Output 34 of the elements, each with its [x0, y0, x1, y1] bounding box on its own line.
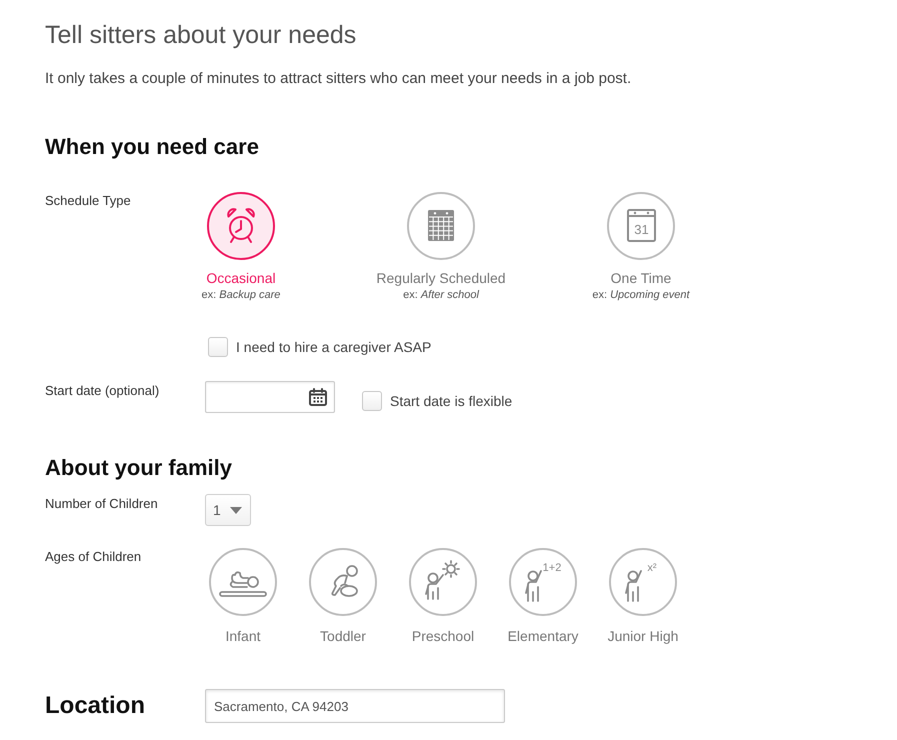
- calendar-grid-icon: [406, 191, 476, 261]
- checkbox[interactable]: [208, 337, 228, 357]
- age-option[interactable]: 1+2 Elementary: [495, 547, 591, 645]
- section-heading: About your family: [45, 454, 232, 482]
- field-label: Ages of Children: [45, 548, 142, 565]
- schedule-option[interactable]: Regularly Scheduled ex: After school: [366, 191, 516, 302]
- section-heading: Location: [45, 691, 146, 721]
- checkbox-label: I need to hire a caregiver ASAP: [236, 338, 432, 356]
- baby-on-mat-icon: [208, 547, 278, 617]
- page-title: Tell sitters about your needs: [45, 20, 356, 50]
- child-with-sun-icon: [408, 547, 478, 617]
- date-field[interactable]: [205, 381, 335, 413]
- field-label: Number of Children: [45, 495, 159, 512]
- age-option[interactable]: Infant: [195, 547, 291, 645]
- age-option[interactable]: Toddler: [295, 547, 391, 645]
- schedule-option[interactable]: Occasional ex: Backup care: [166, 191, 316, 302]
- checkbox-label: Start date is flexible: [390, 392, 512, 410]
- section-heading: When you need care: [45, 133, 259, 161]
- schedule-option[interactable]: 31 One Time ex: Upcoming event: [566, 191, 716, 302]
- alarm-clock-icon: [206, 191, 276, 261]
- location-field[interactable]: Sacramento, CA 94203: [205, 689, 505, 723]
- calendar-icon: [308, 387, 328, 407]
- checkbox[interactable]: [362, 391, 382, 411]
- caret-icon: [230, 506, 242, 514]
- crawling-child-icon: [308, 547, 378, 617]
- age-option[interactable]: Preschool: [395, 547, 491, 645]
- child-pointing-icon: x²: [608, 547, 678, 617]
- child-pointing-icon: 1+2: [508, 547, 578, 617]
- field-label: Start date (optional): [45, 382, 160, 399]
- children-count-select[interactable]: 1: [205, 494, 251, 526]
- calendar-date-icon: 31: [606, 191, 676, 261]
- field-label: Schedule Type: [45, 192, 132, 209]
- age-option[interactable]: x² Junior High: [595, 547, 691, 645]
- intro-text: It only takes a couple of minutes to attract sitters who can meet your needs in a job post.: [45, 69, 632, 89]
